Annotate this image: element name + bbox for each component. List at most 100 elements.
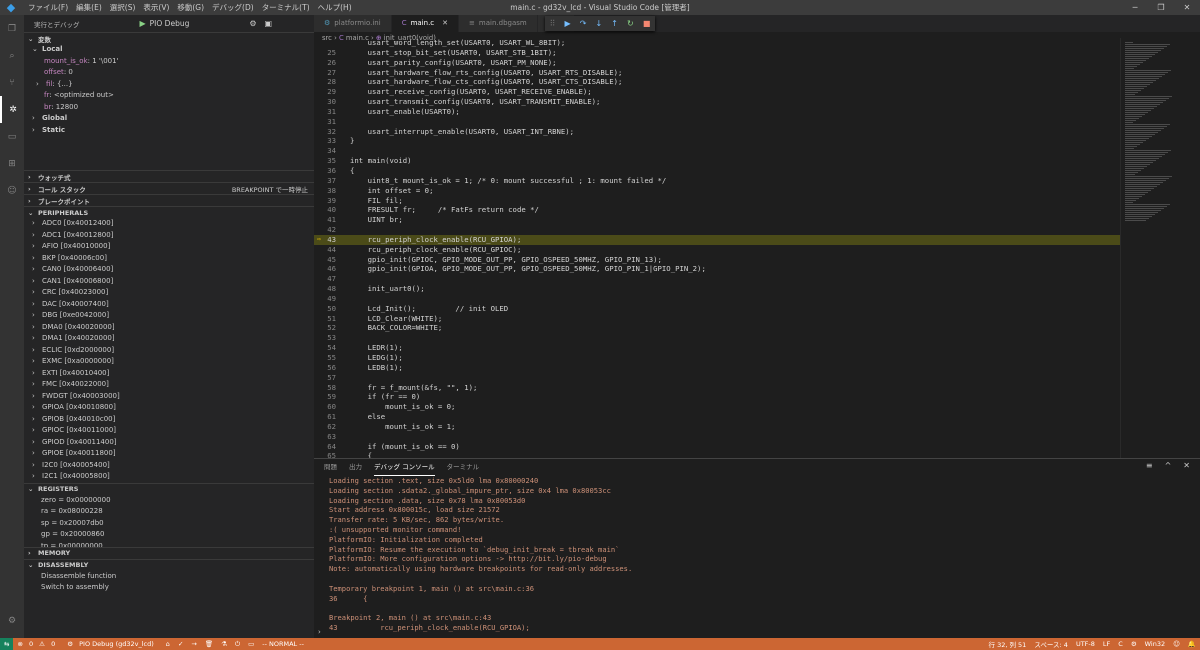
maximize-panel-icon[interactable]: ^: [1165, 461, 1172, 470]
upload-icon[interactable]: →: [191, 640, 196, 648]
debug-icon[interactable]: ✲: [0, 96, 24, 123]
encoding[interactable]: UTF-8: [1076, 640, 1095, 648]
menu-item-3[interactable]: 表示(V): [139, 0, 173, 15]
code-line[interactable]: 58 fr = f_mount(&fs, "", 1);: [314, 383, 1120, 393]
code-line[interactable]: ⇨ 43 rcu_periph_clock_enable(RCU_GPIOA);: [314, 234, 1120, 245]
gear-icon[interactable]: ⚙: [0, 607, 24, 634]
source-control-icon[interactable]: ⑂: [0, 69, 24, 96]
panel-tab-1[interactable]: 出力: [349, 459, 362, 476]
peripheral-item[interactable]: › GPIOD [0x40011400]: [24, 437, 314, 449]
peripheral-item[interactable]: › CAN0 [0x40006400]: [24, 264, 314, 276]
platform[interactable]: Win32: [1145, 640, 1165, 648]
peripheral-item[interactable]: › ECLIC [0xd2000000]: [24, 345, 314, 357]
code-line[interactable]: 44 rcu_periph_clock_enable(RCU_GPIOC);: [314, 245, 1120, 255]
peripheral-item[interactable]: › GPIOB [0x40010c00]: [24, 414, 314, 426]
code-line[interactable]: 50 Lcd_Init(); // init OLED: [314, 304, 1120, 314]
code-line[interactable]: 40 FRESULT fr; /* FatFs return code */: [314, 205, 1120, 215]
panel-tab-0[interactable]: 問題: [324, 459, 337, 476]
peripheral-item[interactable]: › GPIOA [0x40010800]: [24, 402, 314, 414]
code-line[interactable]: 45 gpio_init(GPIOC, GPIO_MODE_OUT_PP, GP…: [314, 255, 1120, 265]
variable-br[interactable]: br: 12800: [24, 102, 314, 114]
close-tab-icon[interactable]: ✕: [442, 19, 448, 27]
menu-item-0[interactable]: ファイル(F): [24, 0, 72, 15]
peripheral-item[interactable]: › DMA0 [0x40020000]: [24, 322, 314, 334]
disassembly-header[interactable]: ⌄ DISASSEMBLY: [24, 558, 314, 571]
peripheral-item[interactable]: › ADC1 [0x40012800]: [24, 230, 314, 242]
menu-item-1[interactable]: 編集(E): [72, 0, 106, 15]
code-line[interactable]: 38 int offset = 0;: [314, 186, 1120, 196]
console-prompt-icon[interactable]: ›: [318, 628, 321, 636]
panel-tab-3[interactable]: ターミナル: [447, 459, 480, 476]
peripheral-item[interactable]: › FMC [0x40022000]: [24, 379, 314, 391]
peripheral-item[interactable]: › DAC [0x40007400]: [24, 299, 314, 311]
peripheral-item[interactable]: › FWDGT [0x40003000]: [24, 391, 314, 403]
variable-fr[interactable]: fr: <optimized out>: [24, 90, 314, 102]
breakpoints-header[interactable]: › ブレークポイント: [24, 194, 314, 206]
peripheral-item[interactable]: › EXMC [0xa0000000]: [24, 356, 314, 368]
maximize-icon[interactable]: ❐: [1148, 0, 1174, 15]
home-icon[interactable]: ⌂: [166, 640, 170, 648]
code-editor[interactable]: usart_word_length_set(USART0, USART_WL_8…: [314, 38, 1120, 458]
search-icon[interactable]: ⌕: [0, 42, 24, 69]
minimap[interactable]: [1120, 38, 1200, 458]
platformio-icon[interactable]: ☺: [0, 177, 24, 204]
step-over-icon[interactable]: ↷: [580, 19, 587, 28]
code-line[interactable]: 63: [314, 432, 1120, 442]
callstack-header[interactable]: › コール スタック BREAKPOINT で一時停止: [24, 182, 314, 194]
code-line[interactable]: 36 {: [314, 166, 1120, 176]
notifications-icon[interactable]: 🔔: [1188, 640, 1196, 648]
code-line[interactable]: 25 usart_stop_bit_set(USART0, USART_STB_…: [314, 48, 1120, 58]
menu-item-6[interactable]: ターミナル(T): [258, 0, 314, 15]
close-icon[interactable]: ✕: [1174, 0, 1200, 15]
register-item[interactable]: ra = 0x08000228: [24, 506, 314, 518]
code-line[interactable]: 64 if (mount_is_ok == 0): [314, 442, 1120, 452]
code-line[interactable]: usart_word_length_set(USART0, USART_WL_8…: [314, 38, 1120, 48]
peripheral-item[interactable]: › GPIOC [0x40011000]: [24, 425, 314, 437]
code-line[interactable]: 48 init_uart0();: [314, 284, 1120, 294]
peripheral-item[interactable]: › DBG [0xe0042000]: [24, 310, 314, 322]
problems-status[interactable]: ⊗ 0 ⚠ 0: [17, 640, 59, 648]
debug-config-select[interactable]: PIO Debug: [150, 19, 190, 28]
code-line[interactable]: 54 LEDR(1);: [314, 343, 1120, 353]
code-line[interactable]: 55 LEDG(1);: [314, 353, 1120, 363]
code-line[interactable]: 31: [314, 117, 1120, 127]
restart-icon[interactable]: ↻: [627, 19, 634, 28]
code-line[interactable]: 60 mount_is_ok = 0;: [314, 402, 1120, 412]
debug-config-status[interactable]: ⚙ PIO Debug (gd32v_lcd): [67, 640, 158, 648]
menu-item-5[interactable]: デバッグ(D): [208, 0, 258, 15]
peripherals-header[interactable]: ⌄ PERIPHERALS: [24, 206, 314, 218]
clean-icon[interactable]: 🗑: [205, 640, 213, 648]
variable-fil[interactable]: › fil: {...}: [24, 79, 314, 91]
code-line[interactable]: 62 mount_is_ok = 1;: [314, 422, 1120, 432]
minimize-icon[interactable]: ─: [1122, 0, 1148, 15]
peripheral-item[interactable]: › CAN1 [0x40006800]: [24, 276, 314, 288]
code-line[interactable]: 51 LCD_Clear(WHITE);: [314, 314, 1120, 324]
tab-main-c[interactable]: Cmain.c ✕: [391, 15, 460, 32]
code-line[interactable]: 32 usart_interrupt_enable(USART0, USART_…: [314, 127, 1120, 137]
code-line[interactable]: 29 usart_receive_config(USART0, USART_RE…: [314, 87, 1120, 97]
clear-console-icon[interactable]: ≡: [1146, 461, 1153, 470]
peripheral-item[interactable]: › I2C1 [0x40005800]: [24, 471, 314, 483]
peripheral-item[interactable]: › GPIOE [0x40011800]: [24, 448, 314, 460]
close-panel-icon[interactable]: ✕: [1183, 461, 1190, 470]
variable-offset[interactable]: offset: 0: [24, 67, 314, 79]
code-line[interactable]: 33}: [314, 136, 1120, 146]
local-scope[interactable]: ⌄ Local: [24, 44, 314, 56]
code-line[interactable]: 30 usart_transmit_config(USART0, USART_T…: [314, 97, 1120, 107]
peripheral-item[interactable]: › AFIO [0x40010000]: [24, 241, 314, 253]
serial-monitor-icon[interactable]: ⏻: [235, 640, 240, 649]
variables-header[interactable]: ⌄ 変数: [24, 32, 314, 44]
code-line[interactable]: 53: [314, 333, 1120, 343]
code-line[interactable]: 57: [314, 373, 1120, 383]
feedback-icon[interactable]: ☺: [1173, 640, 1180, 648]
global-scope[interactable]: › Global: [24, 113, 314, 125]
eol[interactable]: LF: [1103, 640, 1110, 648]
peripheral-item[interactable]: › ADC0 [0x40012400]: [24, 218, 314, 230]
register-item[interactable]: sp = 0x20007db0: [24, 518, 314, 530]
menu-item-7[interactable]: ヘルプ(H): [314, 0, 356, 15]
peripheral-item[interactable]: › I2C0 [0x40005400]: [24, 460, 314, 472]
code-line[interactable]: 31 usart_enable(USART0);: [314, 107, 1120, 117]
language-mode[interactable]: C: [1118, 640, 1123, 648]
cursor-position[interactable]: 行 32, 列 51: [989, 639, 1027, 649]
code-line[interactable]: 37 uint8_t mount_is_ok = 1; /* 0: mount …: [314, 176, 1120, 186]
